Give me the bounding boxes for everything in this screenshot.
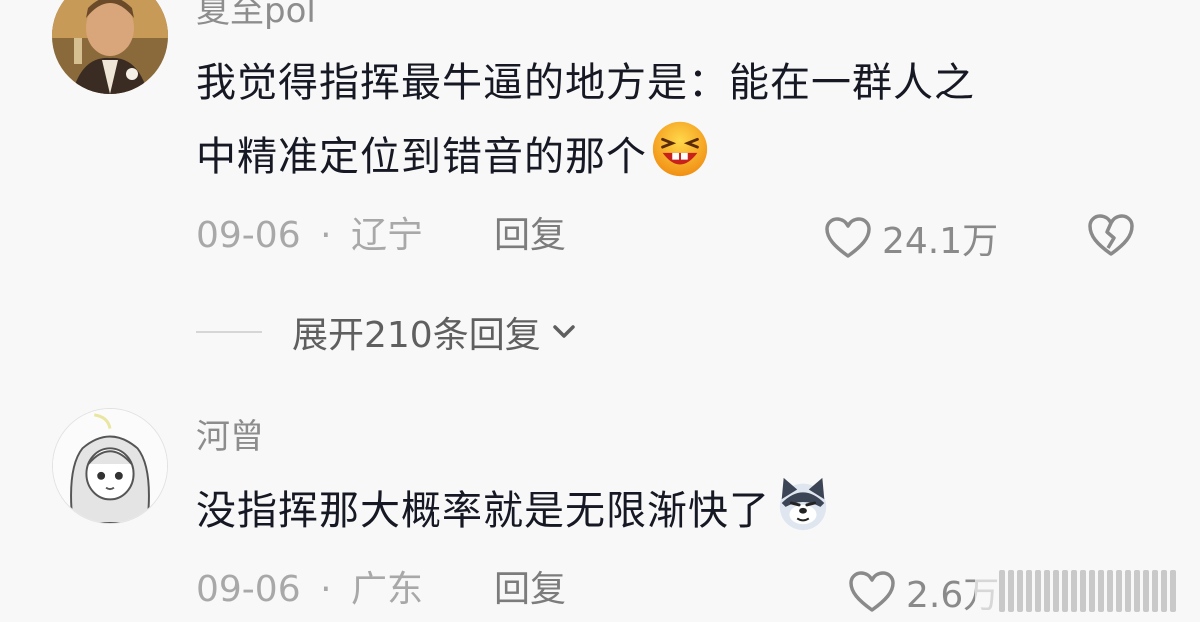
comment-text-line: 中精准定位到错音的那个	[196, 120, 975, 194]
like-count: 24.1万	[882, 221, 999, 262]
avatar-image	[53, 409, 167, 523]
avatar-image	[52, 0, 168, 94]
username[interactable]: 夏至pol	[196, 0, 316, 28]
avatar[interactable]	[52, 0, 168, 94]
laughing-emoji-icon	[652, 121, 708, 177]
expand-replies-label: 展开210条回复	[292, 315, 541, 356]
comment-meta: 09-06 · 辽宁	[196, 218, 423, 254]
heart-icon	[849, 571, 895, 612]
husky-dog-emoji-icon	[779, 477, 827, 531]
broken-heart-icon[interactable]	[1086, 212, 1136, 258]
meta-separator: ·	[320, 215, 332, 256]
meta-separator: ·	[320, 569, 332, 610]
watermark	[975, 560, 1200, 622]
comment-location: 辽宁	[350, 215, 423, 256]
comment-meta: 09-06 · 广东	[196, 572, 423, 608]
username[interactable]: 河曾	[196, 420, 264, 454]
comment-text: 没指挥那大概率就是无限渐快了	[196, 474, 832, 548]
reply-button[interactable]: 回复	[494, 218, 566, 254]
like-button[interactable]: 24.1万	[824, 212, 998, 264]
expand-replies-button[interactable]: 展开210条回复	[196, 306, 579, 358]
comment-location: 广东	[350, 569, 423, 610]
avatar[interactable]	[52, 408, 168, 524]
comment-date: 09-06	[196, 569, 301, 610]
reply-button[interactable]: 回复	[494, 572, 566, 608]
heart-icon	[825, 217, 871, 258]
chevron-down-icon	[552, 325, 575, 338]
comment-date: 09-06	[196, 215, 301, 256]
comment-text-line: 我觉得指挥最牛逼的地方是：能在一群人之	[196, 60, 975, 106]
comment-text-line: 没指挥那大概率就是无限渐快了	[196, 488, 770, 534]
divider-line	[196, 331, 262, 333]
comment-text: 我觉得指挥最牛逼的地方是：能在一群人之 中精准定位到错音的那个	[196, 46, 975, 194]
